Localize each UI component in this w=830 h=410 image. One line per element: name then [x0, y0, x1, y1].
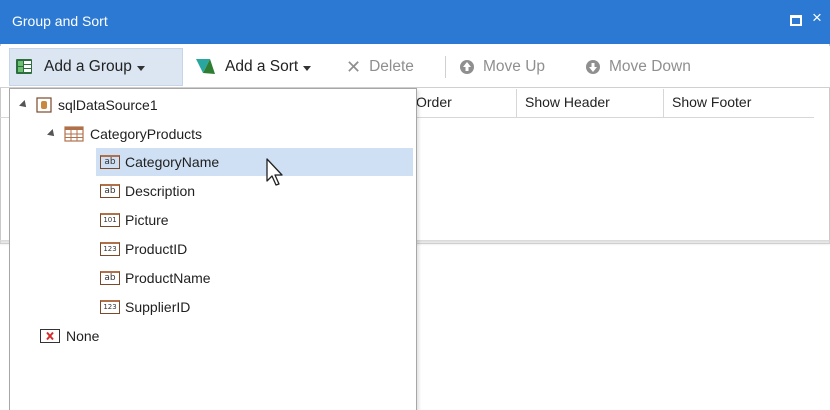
field-label: Picture — [125, 212, 169, 228]
tree-node-field[interactable]: 101 Picture — [100, 206, 169, 234]
tree-node-field[interactable]: ab Description — [100, 177, 195, 205]
move-up-button[interactable]: Move Up — [459, 48, 571, 86]
toolbar-separator — [445, 56, 446, 78]
field-label: ProductID — [125, 241, 188, 257]
chevron-down-icon — [303, 65, 312, 71]
move-down-button[interactable]: Move Down — [585, 48, 725, 86]
datasource-label: sqlDataSource1 — [58, 97, 158, 113]
mouse-cursor-icon — [266, 158, 283, 186]
move-up-label: Move Up — [483, 58, 546, 75]
chevron-down-icon — [136, 65, 145, 71]
tree-node-field[interactable]: ab ProductName — [100, 264, 211, 292]
none-icon — [40, 329, 60, 343]
delete-button[interactable]: ✕ Delete — [346, 48, 434, 86]
arrow-up-icon — [460, 60, 474, 74]
table-label: CategoryProducts — [90, 126, 203, 142]
field-label: CategoryName — [125, 154, 220, 170]
add-group-label: Add a Group — [44, 58, 132, 75]
delete-icon: ✕ — [346, 56, 362, 77]
window-title: Group and Sort — [12, 13, 108, 29]
close-icon[interactable]: × — [812, 8, 822, 28]
field-label: ProductName — [125, 270, 211, 286]
delete-label: Delete — [369, 58, 414, 75]
binary-field-icon: 101 — [100, 213, 120, 227]
tree-node-field[interactable]: 123 SupplierID — [100, 293, 190, 321]
tree-node-field[interactable]: ab CategoryName — [96, 148, 413, 176]
none-label: None — [66, 328, 100, 344]
number-field-icon: 123 — [100, 300, 120, 314]
expand-arrow-icon[interactable] — [47, 129, 57, 139]
add-sort-button[interactable]: Add a Sort — [195, 48, 335, 86]
toolbar: Add a Group Add a Sort ✕ Delete Move Up … — [0, 46, 830, 88]
text-field-icon: ab — [100, 184, 120, 198]
column-header-order[interactable]: Order — [408, 89, 516, 118]
column-header-show-header[interactable]: Show Header — [516, 89, 663, 118]
column-header-show-footer[interactable]: Show Footer — [663, 89, 813, 118]
title-bar: Group and Sort × — [0, 0, 830, 44]
add-group-icon — [16, 59, 32, 74]
add-sort-icon — [196, 59, 215, 74]
text-field-icon: ab — [100, 155, 120, 169]
tree-node-table[interactable]: CategoryProducts — [47, 120, 203, 148]
move-down-label: Move Down — [609, 58, 691, 75]
number-field-icon: 123 — [100, 242, 120, 256]
maximize-icon[interactable] — [790, 15, 802, 26]
add-group-button[interactable]: Add a Group — [9, 48, 183, 86]
field-label: SupplierID — [125, 299, 191, 315]
tree-node-field[interactable]: 123 ProductID — [100, 235, 187, 263]
add-sort-label: Add a Sort — [225, 58, 299, 75]
field-label: Description — [125, 183, 196, 199]
datasource-icon — [36, 97, 52, 113]
expand-arrow-icon[interactable] — [19, 100, 29, 110]
arrow-down-icon — [586, 60, 600, 74]
text-field-icon: ab — [100, 271, 120, 285]
tree-node-none[interactable]: None — [40, 322, 99, 350]
table-icon — [64, 126, 84, 142]
tree-node-datasource[interactable]: sqlDataSource1 — [19, 91, 158, 119]
group-field-dropdown: sqlDataSource1 CategoryProducts ab Categ… — [9, 88, 417, 410]
